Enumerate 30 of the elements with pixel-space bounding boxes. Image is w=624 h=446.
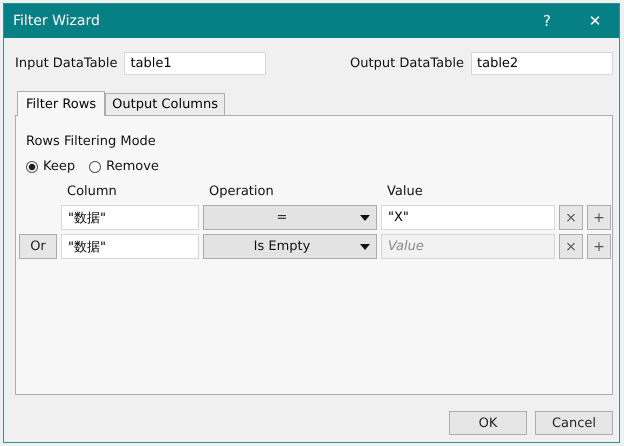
section-label: Rows Filtering Mode <box>26 134 157 149</box>
add-button[interactable]: + <box>587 234 611 259</box>
column-header: Value <box>386 184 424 199</box>
radio-option[interactable]: Remove <box>89 159 159 174</box>
window-title: Filter Wizard <box>13 13 100 29</box>
column-field[interactable]: "数据" <box>61 205 199 230</box>
ok-button[interactable]: OK <box>449 411 527 435</box>
help-button[interactable]: ? <box>523 4 571 38</box>
tab[interactable]: Output Columns <box>105 93 225 115</box>
add-button[interactable]: + <box>587 205 611 230</box>
column-field[interactable]: "数据" <box>61 234 199 259</box>
operation-dropdown[interactable]: = <box>203 205 377 230</box>
text-field[interactable]: table2 <box>471 52 613 75</box>
operation-dropdown[interactable]: Is Empty <box>203 234 377 259</box>
radio-option[interactable]: Keep <box>26 159 76 174</box>
field-label: Input DataTable <box>15 56 118 71</box>
column-header: Column <box>66 184 118 199</box>
dropdown-arrow-icon <box>360 244 370 250</box>
value-field[interactable]: "X" <box>381 205 555 230</box>
close-button[interactable]: ✕ <box>571 4 619 38</box>
cancel-button[interactable]: Cancel <box>535 411 613 435</box>
remove-button[interactable]: × <box>559 234 583 259</box>
text-field[interactable]: table1 <box>124 52 266 75</box>
dropdown-arrow-icon <box>360 214 370 220</box>
value-field[interactable]: Value <box>381 234 555 259</box>
remove-button[interactable]: × <box>559 205 583 230</box>
tab[interactable]: Filter Rows <box>17 91 106 116</box>
column-header: Operation <box>208 184 275 199</box>
or-button[interactable]: Or <box>19 234 57 259</box>
field-label: Output DataTable <box>350 56 464 71</box>
